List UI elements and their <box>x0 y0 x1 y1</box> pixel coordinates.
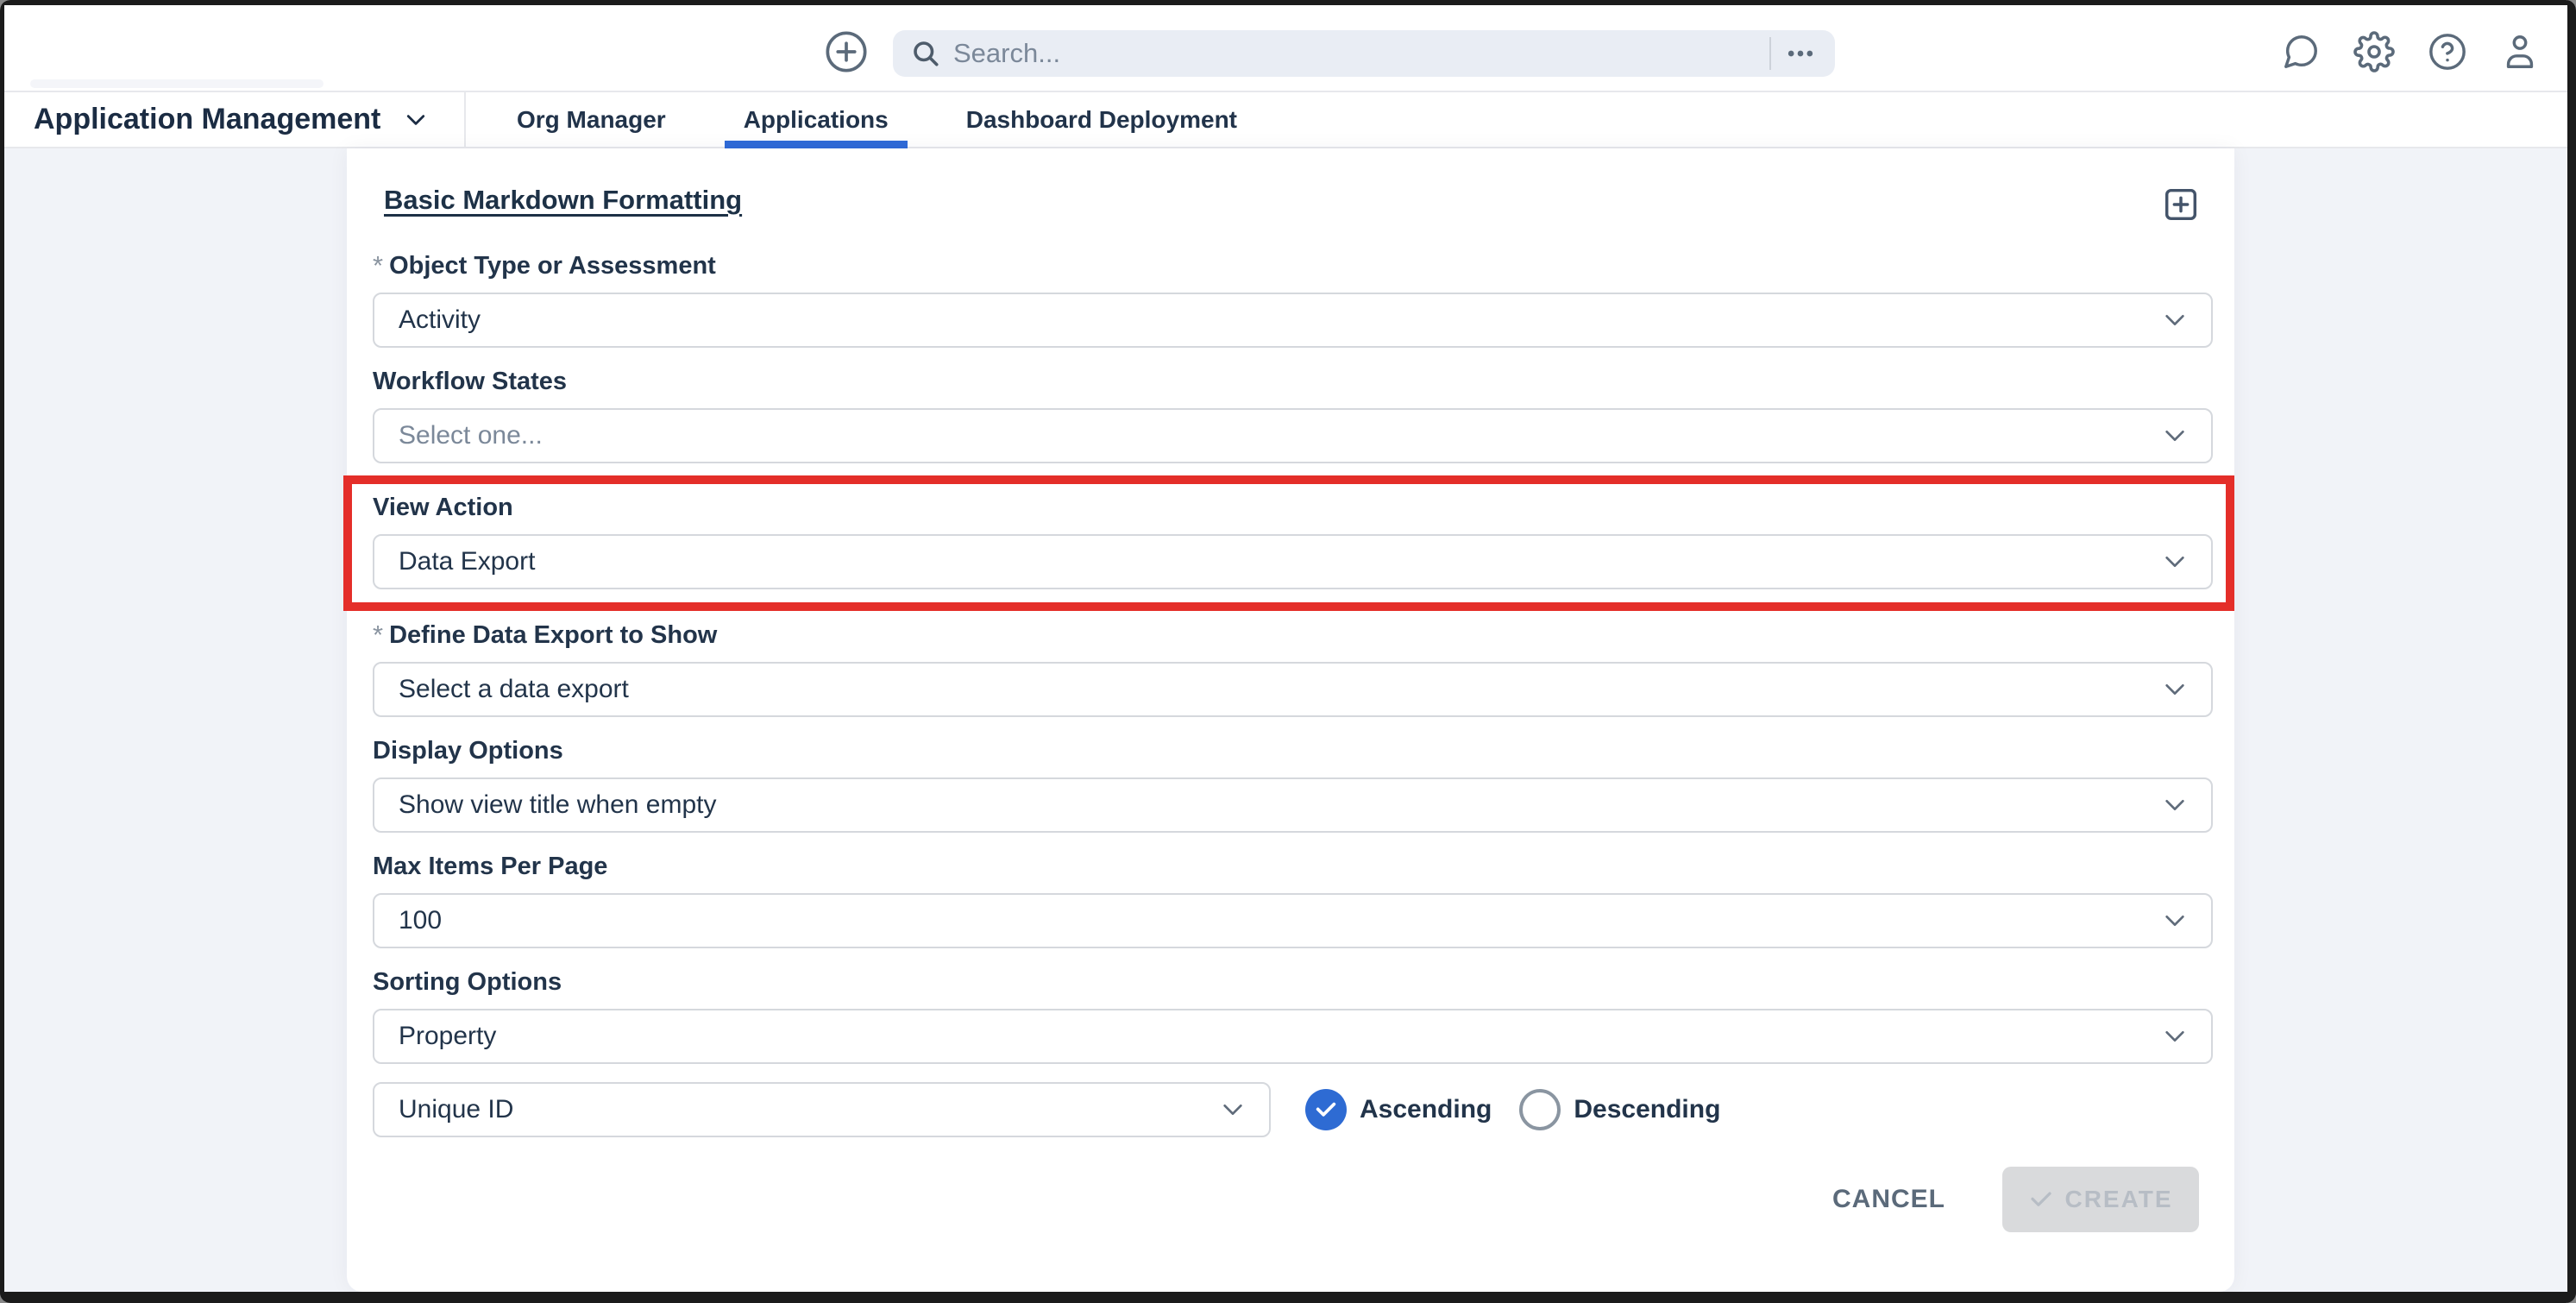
select-value: Property <box>399 1022 496 1051</box>
radio-selected-icon <box>1305 1089 1347 1130</box>
chevron-down-icon <box>403 107 429 133</box>
help-circle-icon[interactable] <box>2428 32 2467 72</box>
select-value: Activity <box>399 305 481 335</box>
cancel-button[interactable]: CANCEL <box>1832 1185 1945 1214</box>
create-label: CREATE <box>2064 1186 2172 1213</box>
field-label: Workflow States <box>373 366 2213 397</box>
app-management-menu[interactable]: Application Management <box>4 92 466 147</box>
tab-dashboard-deployment[interactable]: Dashboard Deployment <box>927 92 1276 147</box>
app-window: Search... <box>0 0 2576 1303</box>
display-options-select[interactable]: Show view title when empty <box>373 777 2213 833</box>
page-background: Basic Markdown Formatting * Object Type … <box>4 148 2567 1292</box>
field-workflow-states: Workflow States Select one... <box>373 366 2213 463</box>
view-action-highlight-box: View Action Data Export <box>343 475 2234 611</box>
view-editor-panel: Basic Markdown Formatting * Object Type … <box>347 148 2234 1292</box>
search-icon <box>910 38 941 69</box>
chevron-down-icon <box>2161 676 2189 703</box>
field-object-type: * Object Type or Assessment Activity <box>373 250 2213 348</box>
top-header-bar: Search... <box>4 5 2567 91</box>
form-footer: CANCEL CREATE <box>373 1167 2213 1232</box>
check-icon <box>2028 1187 2054 1212</box>
menu-highlight-remnant <box>30 79 324 88</box>
workflow-states-select[interactable]: Select one... <box>373 408 2213 463</box>
radio-unselected-icon <box>1519 1089 1561 1130</box>
select-placeholder: Select one... <box>399 421 543 450</box>
chat-bubble-icon[interactable] <box>2281 32 2321 72</box>
header-icon-group <box>2281 31 2540 72</box>
label-text: Max Items Per Page <box>373 853 607 881</box>
select-value: 100 <box>399 906 442 935</box>
required-asterisk: * <box>373 250 383 281</box>
field-label: Max Items Per Page <box>373 851 2213 882</box>
label-text: View Action <box>373 494 513 522</box>
search-placeholder: Search... <box>953 38 1762 69</box>
user-icon[interactable] <box>2500 32 2540 72</box>
plus-circle-icon <box>824 29 869 74</box>
field-label: Display Options <box>373 735 2213 766</box>
tab-label: Org Manager <box>517 106 666 134</box>
select-value: Show view title when empty <box>399 790 717 820</box>
label-text: Display Options <box>373 737 563 765</box>
label-text: Object Type or Assessment <box>389 252 716 280</box>
tab-label: Applications <box>744 106 889 134</box>
field-label: Sorting Options <box>373 966 2213 998</box>
gear-icon[interactable] <box>2353 31 2395 72</box>
view-title-link[interactable]: Basic Markdown Formatting <box>384 185 742 216</box>
sort-direction-group: Ascending Descending <box>1305 1089 1720 1130</box>
tab-applications[interactable]: Applications <box>705 92 927 147</box>
field-define-data-export: * Define Data Export to Show Select a da… <box>373 620 2213 717</box>
field-label: * Object Type or Assessment <box>373 250 2213 281</box>
data-export-select[interactable]: Select a data export <box>373 662 2213 717</box>
radio-label: Ascending <box>1360 1095 1492 1124</box>
window-border-bottom <box>0 1292 2576 1303</box>
window-border-top <box>0 0 2576 5</box>
chevron-down-icon <box>2161 791 2189 819</box>
ellipsis-icon[interactable] <box>1783 36 1818 71</box>
create-button[interactable]: CREATE <box>2002 1167 2199 1232</box>
view-action-select[interactable]: Data Export <box>373 534 2213 589</box>
tab-bar: Org Manager Applications Dashboard Deplo… <box>466 92 1276 147</box>
search-input[interactable]: Search... <box>893 30 1835 77</box>
label-text: Define Data Export to Show <box>389 621 717 650</box>
label-text: Sorting Options <box>373 968 562 997</box>
field-max-items: Max Items Per Page 100 <box>373 851 2213 948</box>
field-display-options: Display Options Show view title when emp… <box>373 735 2213 833</box>
required-asterisk: * <box>373 620 383 651</box>
app-management-label: Application Management <box>34 103 380 136</box>
radio-label: Descending <box>1574 1095 1720 1124</box>
panel-header: Basic Markdown Formatting <box>384 185 2201 224</box>
chevron-down-icon <box>2161 548 2189 576</box>
ascending-radio[interactable]: Ascending <box>1305 1089 1492 1130</box>
chevron-down-icon <box>1219 1096 1247 1124</box>
check-icon <box>1314 1098 1338 1122</box>
plus-square-icon[interactable] <box>2161 185 2201 224</box>
add-button[interactable] <box>824 29 869 74</box>
max-items-select[interactable]: 100 <box>373 893 2213 948</box>
chevron-down-icon <box>2161 1023 2189 1050</box>
chevron-down-icon <box>2161 306 2189 334</box>
tab-org-manager[interactable]: Org Manager <box>478 92 705 147</box>
object-type-select[interactable]: Activity <box>373 293 2213 348</box>
field-label: View Action <box>373 492 2213 523</box>
chevron-down-icon <box>2161 422 2189 450</box>
navigation-bar: Application Management Org Manager Appli… <box>4 91 2567 148</box>
sort-property-row: Unique ID Ascending <box>373 1082 2213 1137</box>
field-label: * Define Data Export to Show <box>373 620 2213 651</box>
select-value: Select a data export <box>399 675 629 704</box>
tab-label: Dashboard Deployment <box>966 106 1237 134</box>
field-sorting-options: Sorting Options Property <box>373 966 2213 1064</box>
window-border-left <box>0 0 4 1303</box>
window-border-right <box>2567 0 2576 1303</box>
chevron-down-icon <box>2161 907 2189 935</box>
label-text: Workflow States <box>373 368 567 396</box>
sort-property-select[interactable]: Unique ID <box>373 1082 1271 1137</box>
search-divider <box>1769 37 1771 70</box>
select-value: Unique ID <box>399 1095 513 1124</box>
sorting-options-select[interactable]: Property <box>373 1009 2213 1064</box>
descending-radio[interactable]: Descending <box>1519 1089 1720 1130</box>
select-value: Data Export <box>399 547 535 576</box>
